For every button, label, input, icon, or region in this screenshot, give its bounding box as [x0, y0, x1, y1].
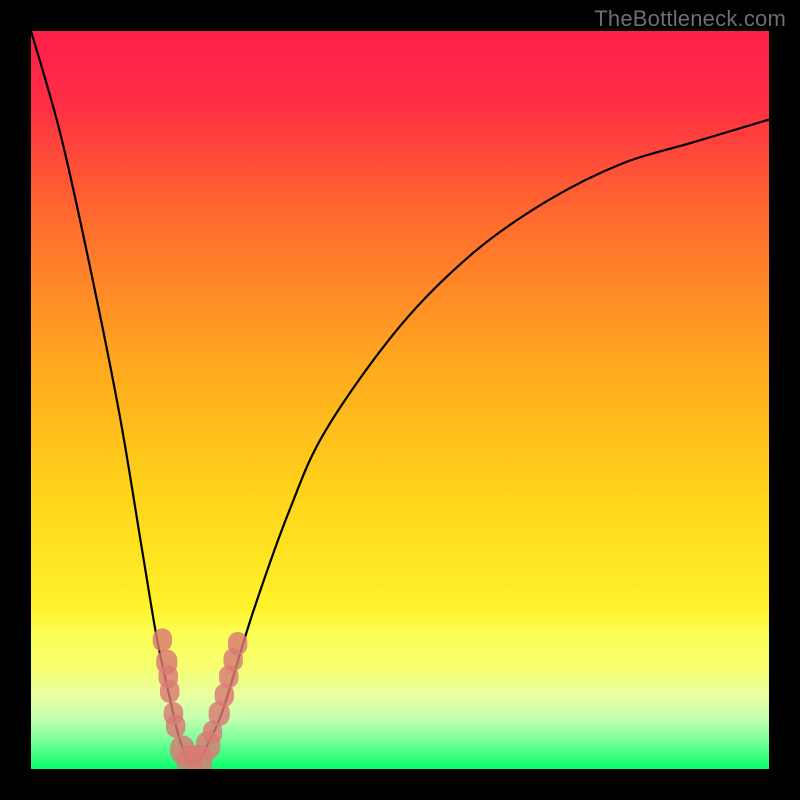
curve-marker	[153, 628, 172, 651]
bottleneck-curve-svg	[31, 31, 769, 769]
curve-marker	[166, 715, 185, 738]
bottleneck-curve	[31, 31, 769, 762]
curve-marker	[160, 680, 179, 703]
chart-frame: TheBottleneck.com	[0, 0, 800, 800]
curve-marker	[228, 632, 247, 655]
plot-area	[31, 31, 769, 769]
curve-markers	[153, 628, 248, 769]
watermark-text: TheBottleneck.com	[594, 6, 786, 32]
